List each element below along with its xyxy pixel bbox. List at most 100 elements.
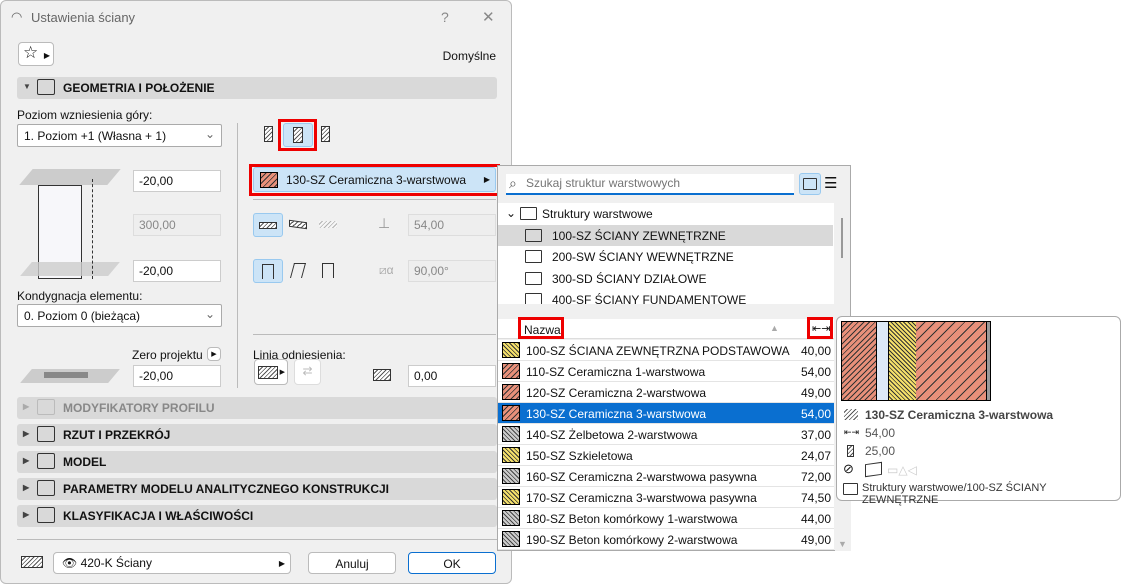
structure-basic-button[interactable] xyxy=(253,213,283,237)
top-link-select[interactable]: 1. Poziom +1 (Własna + 1) ⌄ xyxy=(17,124,222,147)
folder-icon xyxy=(525,293,542,304)
composite-preview xyxy=(841,321,991,401)
structure-complex-button[interactable] xyxy=(314,213,344,237)
project-zero-menu-button[interactable]: ▶ xyxy=(207,347,221,361)
project-zero-input[interactable]: -20,00 xyxy=(133,365,221,387)
tree-scrollbar[interactable] xyxy=(841,218,843,258)
geometry-icon xyxy=(37,79,55,95)
tree-root[interactable]: ⌄ Struktury warstwowe xyxy=(498,203,833,224)
ok-button[interactable]: OK xyxy=(408,552,496,574)
list-item[interactable]: 160-SZ Ceramiczna 2-warstwowa pasywna 72,… xyxy=(498,466,834,487)
tree-folder[interactable]: 300-SD ŚCIANY DZIAŁOWE xyxy=(498,268,833,289)
top-offset-input[interactable]: -20,00 xyxy=(133,170,221,192)
search-input[interactable] xyxy=(526,176,786,190)
tooltip-name: 130-SZ Ceramiczna 3-warstwowa xyxy=(865,408,1054,422)
folder-icon xyxy=(525,229,542,242)
help-button[interactable]: ? xyxy=(441,9,449,25)
folder-icon xyxy=(525,272,542,285)
thickness-icon: ⇤⇥ xyxy=(844,427,860,437)
search-field[interactable]: ⌕ xyxy=(506,174,794,195)
composite-swatch-icon xyxy=(502,363,520,379)
bottom-offset-input[interactable]: -20,00 xyxy=(133,260,221,282)
item-name: 110-SZ Ceramiczna 1-warstwowa xyxy=(526,365,706,379)
home-story-select[interactable]: 0. Poziom 0 (bieżąca) ⌄ xyxy=(17,304,222,327)
model-icon xyxy=(37,453,55,469)
item-thickness: 37,00 xyxy=(800,428,831,442)
folder-tree: ⌄ Struktury warstwowe 100-SZ ŚCIANY ZEWNĘ… xyxy=(498,203,834,304)
list-item[interactable]: 170-SZ Ceramiczna 3-warstwowa pasywna 74,… xyxy=(498,487,834,508)
favorites-button[interactable]: ☆ ▶ xyxy=(18,42,54,66)
section-structural-analytical[interactable]: ▶ PARAMETRY MODELU ANALITYCZNEGO KONSTRUK… xyxy=(17,478,497,500)
tooltip-core: 25,00 xyxy=(865,444,896,458)
list-item[interactable]: 110-SZ Ceramiczna 1-warstwowa 54,00 xyxy=(498,361,834,382)
list-item[interactable]: 130-SZ Ceramiczna 3-warstwowa 54,00 xyxy=(498,403,834,424)
item-name: 180-SZ Beton komórkowy 1-warstwowa xyxy=(526,512,738,526)
section-profile-modifiers[interactable]: ▶ MODYFIKATORY PROFILU xyxy=(17,397,497,419)
item-thickness: 24,07 xyxy=(800,449,831,463)
core-icon xyxy=(847,445,854,457)
wall-profile-button[interactable] xyxy=(315,123,345,147)
tree-folder[interactable]: 100-SZ ŚCIANY ZEWNĘTRZNE xyxy=(498,225,833,246)
item-thickness: 44,00 xyxy=(800,512,831,526)
analytical-icon xyxy=(37,480,55,496)
layer-select[interactable]: 👁 420-K Ściany ▶ xyxy=(53,552,291,574)
list-item[interactable]: 150-SZ Szkieletowa 24,07 xyxy=(498,445,834,466)
flip-reference-button[interactable]: ⇄ xyxy=(294,359,321,385)
star-icon: ☆ xyxy=(23,43,39,62)
shape-icons-disabled: ▭△◁ xyxy=(887,463,917,477)
section-floor-plan[interactable]: ▶ RZUT I PRZEKRÓJ xyxy=(17,424,497,446)
item-name: 140-SZ Żelbetowa 2-warstwowa xyxy=(526,428,698,442)
highlight-box xyxy=(518,317,564,339)
wall-shape-icon xyxy=(865,461,882,478)
item-thickness: 74,50 xyxy=(800,491,831,505)
composite-swatch-icon xyxy=(502,531,520,547)
chevron-down-icon: ⌄ xyxy=(506,206,517,220)
sort-up-icon: ▲ xyxy=(770,323,779,333)
wall-settings-dialog: ◠ Ustawienia ściany ? ✕ ☆ ▶ Domyślne ▼ GEO… xyxy=(0,0,512,584)
list-item[interactable]: 120-SZ Ceramiczna 2-warstwowa 49,00 xyxy=(498,382,834,403)
dialog-title: Ustawienia ściany xyxy=(31,10,136,25)
project-zero-label: Zero projektu xyxy=(132,348,203,362)
reference-line-location-button[interactable]: ▶ xyxy=(254,359,288,385)
structure-slanted-button[interactable] xyxy=(284,213,314,237)
profile-icon xyxy=(37,399,55,415)
wall-inclined-button[interactable] xyxy=(284,259,314,283)
item-thickness: 54,00 xyxy=(800,365,831,379)
layers-icon xyxy=(21,556,43,568)
folder-icon xyxy=(843,483,858,495)
folder-view-button[interactable] xyxy=(799,173,821,195)
angle-input[interactable]: 90,00° xyxy=(408,260,496,282)
tree-folder[interactable]: 400-SF ŚCIANY FUNDAMENTOWE xyxy=(498,289,833,304)
composite-swatch-icon xyxy=(502,405,520,421)
floor-plan-icon xyxy=(37,426,55,442)
section-label: GEOMETRIA I POŁOŻENIE xyxy=(63,81,215,95)
section-geometry[interactable]: ▼ GEOMETRIA I POŁOŻENIE xyxy=(17,77,497,99)
item-name: 130-SZ Ceramiczna 3-warstwowa xyxy=(526,407,707,421)
list-item[interactable]: 190-SZ Beton komórkowy 2-warstwowa 49,00 xyxy=(498,529,834,550)
height-input[interactable]: 300,00 xyxy=(133,214,221,236)
item-thickness: 40,00 xyxy=(800,344,831,358)
cancel-button[interactable]: Anuluj xyxy=(308,552,396,574)
item-thickness: 72,00 xyxy=(800,470,831,484)
top-link-label: Poziom wzniesienia góry: xyxy=(17,108,153,122)
angle-icon: ⧄α xyxy=(379,263,394,277)
section-model[interactable]: ▶ MODEL xyxy=(17,451,497,473)
list-item[interactable]: 140-SZ Żelbetowa 2-warstwowa 37,00 xyxy=(498,424,834,445)
wall-straight-button[interactable] xyxy=(253,259,283,283)
list-item[interactable]: 100-SZ ŚCIANA ZEWNĘTRZNA PODSTAWOWA 40,00 xyxy=(498,340,834,361)
section-classification[interactable]: ▶ KLASYFIKACJA I WŁAŚCIWOŚCI xyxy=(17,505,497,527)
wall-trapezoid-button[interactable] xyxy=(314,259,344,283)
item-name: 150-SZ Szkieletowa xyxy=(526,449,633,463)
composite-icon xyxy=(844,409,858,420)
document-icon xyxy=(37,507,55,523)
wall-height-diagram xyxy=(16,169,121,389)
tree-folder[interactable]: 200-SW ŚCIANY WEWNĘTRZNE xyxy=(498,246,833,267)
thickness-input[interactable]: 54,00 xyxy=(408,214,496,236)
item-thickness: 49,00 xyxy=(800,386,831,400)
list-view-icon[interactable]: ☰ xyxy=(824,174,837,192)
reference-offset-input[interactable]: 0,00 xyxy=(408,365,496,387)
close-button[interactable]: ✕ xyxy=(482,8,495,26)
search-icon: ⌕ xyxy=(509,175,517,191)
composite-preview-tooltip: 130-SZ Ceramiczna 3-warstwowa ⇤⇥ 54,00 2… xyxy=(836,316,1121,506)
list-item[interactable]: 180-SZ Beton komórkowy 1-warstwowa 44,00 xyxy=(498,508,834,529)
